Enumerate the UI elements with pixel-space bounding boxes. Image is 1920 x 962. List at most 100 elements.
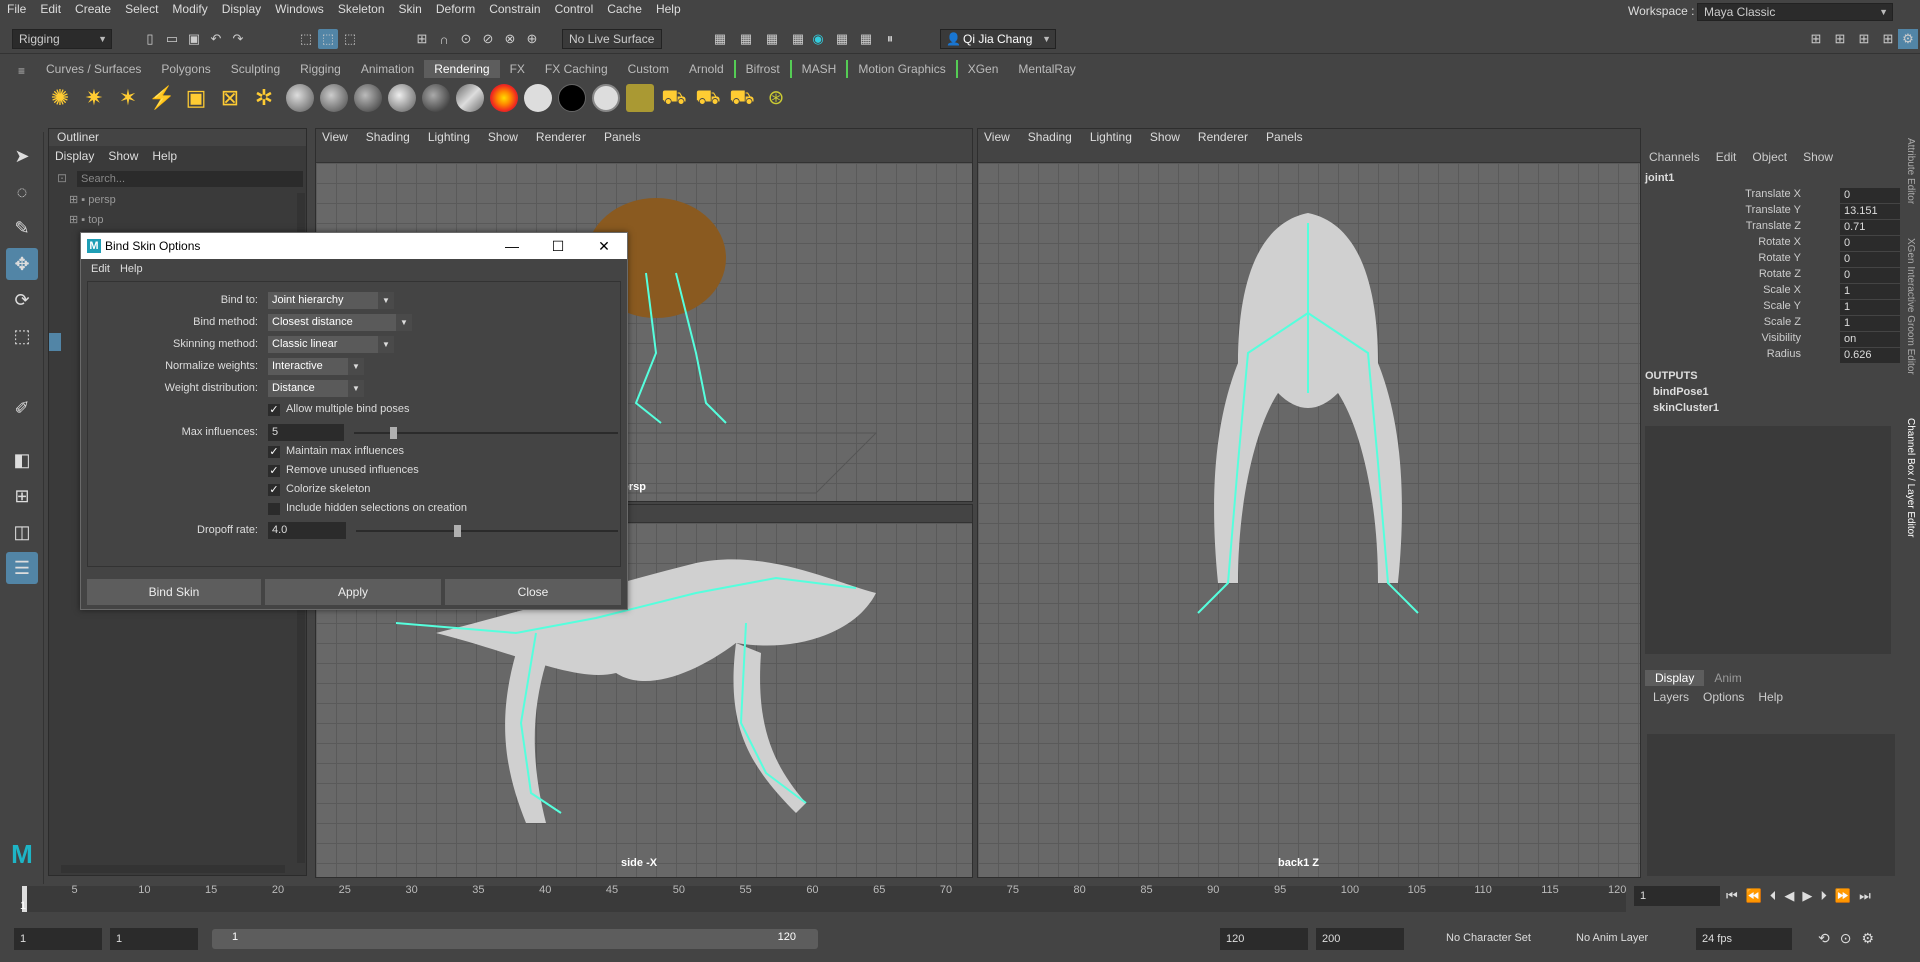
vp-menu-renderer[interactable]: Renderer bbox=[536, 130, 586, 144]
menu-edit[interactable]: Edit bbox=[33, 0, 68, 18]
channel-box-toggle-icon[interactable]: ⊞ bbox=[1878, 29, 1898, 49]
dialog-titlebar[interactable]: M Bind Skin Options — ☐ ✕ bbox=[81, 233, 627, 259]
cb-output-node[interactable]: skinCluster1 bbox=[1653, 402, 1719, 414]
new-scene-icon[interactable]: ▯ bbox=[140, 29, 160, 49]
menu-select[interactable]: Select bbox=[118, 0, 165, 18]
layer-menu-layers[interactable]: Layers bbox=[1653, 690, 1689, 704]
shelf-tab-motion-graphics[interactable]: Motion Graphics bbox=[846, 60, 958, 78]
vp-menu-view[interactable]: View bbox=[322, 130, 348, 144]
menu-skeleton[interactable]: Skeleton bbox=[331, 0, 392, 18]
shelf-tab-polygons[interactable]: Polygons bbox=[151, 60, 220, 78]
max-influences-slider-handle[interactable] bbox=[390, 427, 397, 439]
play-forward-icon[interactable]: ▶ bbox=[1802, 888, 1812, 904]
workspace-dropdown[interactable]: Maya Classic ▼ bbox=[1697, 3, 1893, 21]
side-tab-attribute-editor[interactable]: Attribute Editor bbox=[1905, 138, 1916, 204]
shelf-tab-mentalray[interactable]: MentalRay bbox=[1008, 60, 1085, 78]
cb-attr-row[interactable]: Translate X 0 bbox=[1641, 188, 1901, 204]
hair-tube-shader-icon[interactable] bbox=[592, 84, 620, 112]
shelf-tab-sculpting[interactable]: Sculpting bbox=[221, 60, 290, 78]
last-tool-icon[interactable]: ✐ bbox=[6, 392, 38, 424]
light-linking-icon[interactable]: ✲ bbox=[250, 84, 278, 112]
playback-end-field[interactable]: 120 bbox=[1220, 928, 1308, 950]
cb-attr-row[interactable]: Radius 0.626 bbox=[1641, 348, 1901, 364]
vp-menu-shading[interactable]: Shading bbox=[1028, 130, 1072, 144]
snap-live-icon[interactable]: ⊕ bbox=[522, 29, 542, 49]
snap-point-icon[interactable]: ⊙ bbox=[456, 29, 476, 49]
close-icon[interactable]: ✕ bbox=[581, 233, 627, 259]
cb-output-node[interactable]: bindPose1 bbox=[1653, 386, 1709, 398]
render-sequence-icon[interactable]: ▦ bbox=[832, 29, 852, 49]
step-forward-icon[interactable]: ⏵ bbox=[1820, 888, 1827, 904]
surface-shader-icon[interactable] bbox=[524, 84, 552, 112]
time-slider[interactable]: 1 5 10 15 20 25 30 35 40 45 50 55 60 65 70 75 80 85 90 95 1… bbox=[0, 884, 1920, 914]
allow-multiple-bind-poses-checkbox[interactable]: ✓ bbox=[268, 404, 280, 416]
shelf-tab-mash[interactable]: MASH bbox=[789, 60, 847, 78]
vp-menu-show[interactable]: Show bbox=[1150, 130, 1180, 144]
blinn-material-icon[interactable] bbox=[286, 84, 314, 112]
apply-button[interactable]: Apply bbox=[265, 579, 441, 605]
menu-skin[interactable]: Skin bbox=[392, 0, 429, 18]
layer-list[interactable] bbox=[1647, 734, 1895, 876]
menu-constrain[interactable]: Constrain bbox=[482, 0, 547, 18]
cb-attr-value[interactable]: 0 bbox=[1840, 188, 1900, 203]
pause-icon[interactable]: ⏸ bbox=[880, 29, 900, 49]
layer-tab-display[interactable]: Display bbox=[1645, 670, 1705, 686]
layer-tab-anim[interactable]: Anim bbox=[1704, 670, 1751, 686]
colorize-skeleton-checkbox[interactable]: ✓ bbox=[268, 484, 280, 496]
goto-end-icon[interactable]: ⏭ bbox=[1859, 888, 1871, 904]
area-light-icon[interactable]: ▣ bbox=[182, 84, 210, 112]
normalize-weights-dropdown[interactable]: Interactive ▼ bbox=[268, 358, 364, 375]
cb-attr-value[interactable]: on bbox=[1840, 332, 1900, 347]
arnold-render-icon[interactable]: ▦ bbox=[856, 29, 876, 49]
step-forward-key-icon[interactable]: ⏩ bbox=[1835, 888, 1851, 904]
anisotropic-material-icon[interactable] bbox=[422, 84, 450, 112]
outliner-layout-icon[interactable]: ☰ bbox=[6, 552, 38, 584]
outliner-search-input[interactable]: Search... bbox=[77, 171, 303, 187]
shelf-tab-arnold[interactable]: Arnold bbox=[679, 60, 734, 78]
animation-start-field[interactable]: 1 bbox=[14, 928, 102, 950]
point-light-icon[interactable]: ✶ bbox=[114, 84, 142, 112]
snap-grid-icon[interactable]: ⊞ bbox=[412, 29, 432, 49]
filter-icon[interactable]: ⊡ bbox=[57, 171, 67, 185]
tool-settings-toggle-icon[interactable]: ⊞ bbox=[1854, 29, 1874, 49]
layered-shader-icon[interactable] bbox=[456, 84, 484, 112]
layer-menu-help[interactable]: Help bbox=[1758, 690, 1783, 704]
side-tab-channel-box[interactable]: Channel Box / Layer Editor bbox=[1905, 418, 1916, 538]
shelf-tab-rigging[interactable]: Rigging bbox=[290, 60, 351, 78]
current-frame-field[interactable]: 1 bbox=[1634, 886, 1720, 906]
menu-file[interactable]: File bbox=[0, 0, 33, 18]
cb-attr-row[interactable]: Translate Y 13.151 bbox=[1641, 204, 1901, 220]
snap-surface-icon[interactable]: ⊗ bbox=[500, 29, 520, 49]
outliner-menu-display[interactable]: Display bbox=[55, 149, 94, 163]
close-button[interactable]: Close bbox=[445, 579, 621, 605]
outliner-hscrollbar[interactable] bbox=[61, 865, 285, 873]
cb-attr-value[interactable]: 1 bbox=[1840, 316, 1900, 331]
cb-menu-object[interactable]: Object bbox=[1752, 150, 1787, 164]
shelf-tab-rendering[interactable]: Rendering bbox=[424, 60, 500, 78]
vp-menu-lighting[interactable]: Lighting bbox=[428, 130, 470, 144]
cb-attr-row[interactable]: Rotate X 0 bbox=[1641, 236, 1901, 252]
cb-attr-value[interactable]: 0 bbox=[1840, 236, 1900, 251]
cb-attr-row[interactable]: Scale Z 1 bbox=[1641, 316, 1901, 332]
cb-attr-value[interactable]: 0 bbox=[1840, 268, 1900, 283]
loop-icon[interactable]: ⟲ bbox=[1818, 930, 1830, 947]
maintain-max-influences-checkbox[interactable]: ✓ bbox=[268, 446, 280, 458]
cb-attr-value[interactable]: 0 bbox=[1840, 252, 1900, 267]
hypershade-icon[interactable]: ▦ bbox=[788, 29, 808, 49]
attribute-editor-toggle-icon[interactable]: ⊞ bbox=[1830, 29, 1850, 49]
skinning-method-dropdown[interactable]: Classic linear ▼ bbox=[268, 336, 394, 353]
vp-menu-lighting[interactable]: Lighting bbox=[1090, 130, 1132, 144]
menu-control[interactable]: Control bbox=[548, 0, 601, 18]
directional-light-icon[interactable]: ✷ bbox=[80, 84, 108, 112]
four-view-layout-icon[interactable]: ⊞ bbox=[6, 480, 38, 512]
outliner-menu-show[interactable]: Show bbox=[108, 149, 138, 163]
move-tool-icon[interactable]: ✥ bbox=[6, 248, 38, 280]
batch-render-icon[interactable]: ⛟ bbox=[728, 84, 756, 112]
include-hidden-selections-checkbox[interactable] bbox=[268, 503, 280, 515]
vp-menu-show[interactable]: Show bbox=[488, 130, 518, 144]
bind-method-dropdown[interactable]: Closest distance ▼ bbox=[268, 314, 412, 331]
cb-menu-edit[interactable]: Edit bbox=[1716, 150, 1737, 164]
menu-cache[interactable]: Cache bbox=[600, 0, 649, 18]
cb-attr-row[interactable]: Rotate Z 0 bbox=[1641, 268, 1901, 284]
maximize-icon[interactable]: ☐ bbox=[535, 233, 581, 259]
